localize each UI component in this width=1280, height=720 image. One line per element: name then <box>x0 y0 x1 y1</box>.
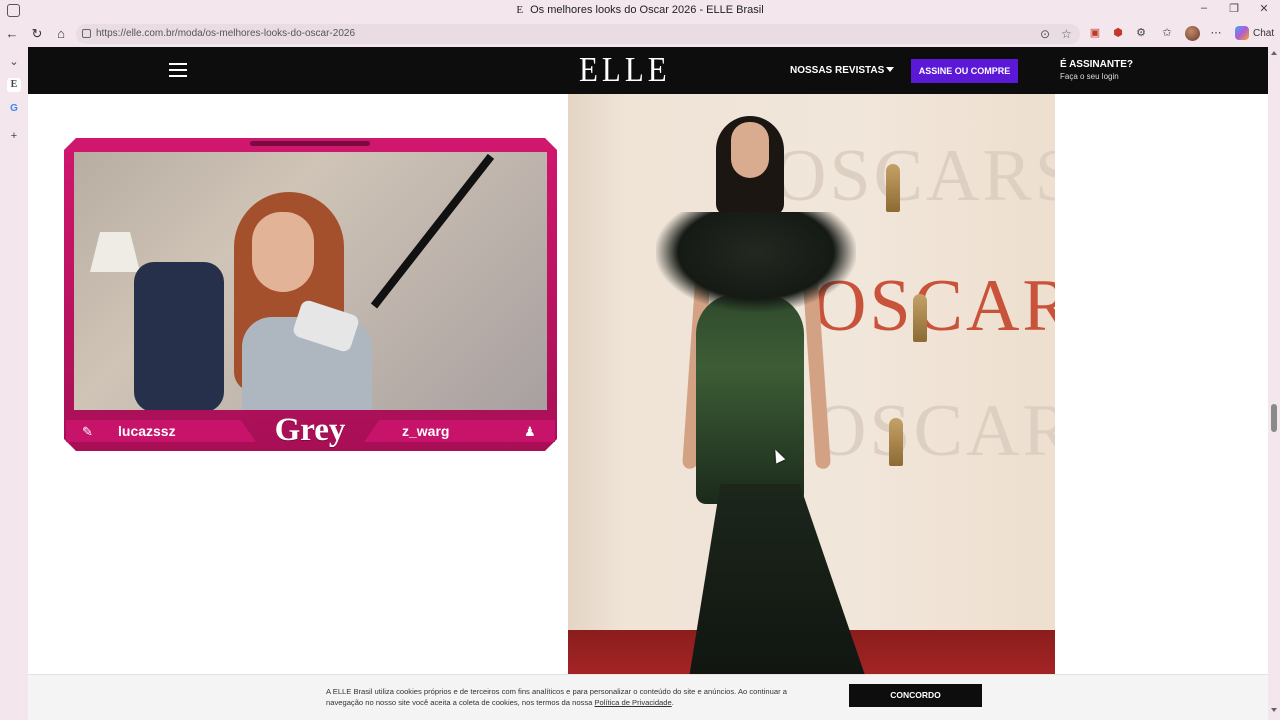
restore-icon[interactable]: ❐ <box>1220 2 1248 15</box>
site-favicon-icon: E <box>516 4 524 16</box>
oscar-statue <box>889 418 903 466</box>
address-bar[interactable]: https://elle.com.br/moda/os-melhores-loo… <box>76 24 1080 44</box>
scroll-down-icon[interactable] <box>1271 708 1277 712</box>
person-icon: ♟ <box>524 424 536 439</box>
oscars-backdrop-text: OSCARS <box>773 135 1055 217</box>
agree-button[interactable]: CONCORDO <box>849 684 982 707</box>
scroll-thumb[interactable] <box>1271 404 1277 432</box>
oscar-statue <box>913 294 927 342</box>
back-icon[interactable]: ← <box>4 26 20 42</box>
privacy-policy-link[interactable]: Política de Privacidade <box>594 698 671 707</box>
left-handle: lucazssz <box>118 423 176 439</box>
minimize-icon[interactable]: – <box>1190 2 1218 14</box>
extension-shield-icon[interactable]: ⬢ <box>1111 26 1125 40</box>
oscars-backdrop-text: OSCARS <box>813 390 1055 472</box>
subscribe-button[interactable]: ASSINE OU COMPRE <box>911 59 1018 83</box>
favorites-icon[interactable]: ✩ <box>1160 26 1174 40</box>
cookie-text: A ELLE Brasil utiliza cookies próprios e… <box>326 686 826 708</box>
overlay-name-bar: lucazssz ✎ z_warg ♟ Grey <box>64 410 557 451</box>
caret-down-icon <box>886 67 895 72</box>
extensions-icon[interactable]: ⚙ <box>1134 26 1148 40</box>
tab-elle[interactable]: E <box>7 78 21 92</box>
copilot-icon[interactable] <box>1235 26 1249 40</box>
site-header: ELLE NOSSAS REVISTAS ASSINE OU COMPRE É … <box>28 47 1268 94</box>
streamer-name: Grey <box>274 412 346 448</box>
window-title: E Os melhores looks do Oscar 2026 - ELLE … <box>0 4 1280 16</box>
elle-logo[interactable]: ELLE <box>579 52 667 88</box>
pencil-icon: ✎ <box>82 424 93 439</box>
assinante-title: É ASSINANTE? <box>1060 59 1133 70</box>
web-page: ELLE NOSSAS REVISTAS ASSINE OU COMPRE É … <box>28 47 1268 720</box>
close-window-icon[interactable]: ✕ <box>1250 2 1278 15</box>
nossas-revistas-menu[interactable]: NOSSAS REVISTAS <box>790 65 895 76</box>
home-icon[interactable]: ⌂ <box>53 26 69 42</box>
nossas-revistas-label: NOSSAS REVISTAS <box>790 65 885 76</box>
read-aloud-icon[interactable]: ⊙ <box>1040 27 1050 41</box>
collapse-tabs-icon[interactable]: ⌄ <box>7 55 21 69</box>
cookie-text-body: A ELLE Brasil utiliza cookies próprios e… <box>326 687 787 707</box>
article-photo: OSCARS OSCARS OSCARS <box>568 94 1055 674</box>
left-handle-plate: lucazssz <box>66 420 256 442</box>
vertical-tab-strip: ⌄ E G + <box>0 47 28 720</box>
stream-webcam-overlay: lucazssz ✎ z_warg ♟ Grey <box>64 138 557 451</box>
cookie-banner: A ELLE Brasil utiliza cookies próprios e… <box>28 674 1268 720</box>
chat-label[interactable]: Chat <box>1253 28 1274 39</box>
login-link[interactable]: É ASSINANTE? Faça o seu login <box>1060 59 1133 81</box>
oscar-statue <box>886 164 900 212</box>
url-text[interactable]: https://elle.com.br/moda/os-melhores-loo… <box>96 28 355 39</box>
page-scrollbar[interactable] <box>1268 47 1280 720</box>
scroll-up-icon[interactable] <box>1271 51 1277 55</box>
favorite-star-icon[interactable]: ☆ <box>1061 27 1072 41</box>
right-handle: z_warg <box>402 423 450 439</box>
overlay-accent <box>250 141 370 146</box>
site-info-icon[interactable] <box>82 29 91 38</box>
new-tab-icon[interactable]: + <box>7 129 21 143</box>
menu-icon[interactable] <box>169 63 187 77</box>
window-title-text: Os melhores looks do Oscar 2026 - ELLE B… <box>530 4 764 16</box>
profile-avatar[interactable] <box>1185 26 1200 41</box>
assinante-login: Faça o seu login <box>1060 72 1119 81</box>
more-menu-icon[interactable]: ⋯ <box>1209 26 1223 40</box>
webcam-feed <box>74 152 547 410</box>
tab-google[interactable]: G <box>7 102 21 116</box>
extension-red-icon[interactable]: ▣ <box>1088 26 1102 40</box>
refresh-icon[interactable]: ↻ <box>29 26 45 42</box>
cookie-text-end: . <box>671 698 674 707</box>
browser-titlebar: E Os melhores looks do Oscar 2026 - ELLE … <box>0 0 1280 22</box>
